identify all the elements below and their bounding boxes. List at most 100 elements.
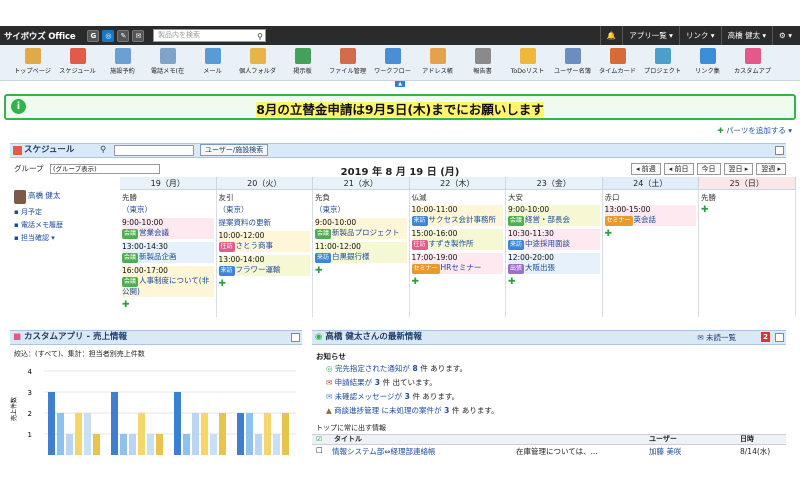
bar[interactable]	[183, 434, 190, 455]
user-link-0[interactable]: ▪ 月予定	[14, 207, 120, 217]
toolbar-item-0[interactable]: トップページ	[10, 45, 55, 81]
app-list-menu[interactable]: アプリ一覧 ▾	[622, 26, 679, 45]
day-column-1[interactable]: 友引 （東京） 提案資料の更新 10:00-12:00 往訪 さとう商事 13:00-14:…	[217, 190, 313, 317]
schedule-event[interactable]: 10:30-11:30 来訪 中途採用面談	[508, 229, 600, 250]
schedule-event[interactable]: 13:00-14:00 来訪 フラワー運輸	[218, 255, 310, 276]
date-nav-button-1[interactable]: ◂ 前日	[663, 163, 694, 175]
toolbar-item-3[interactable]: 電話メモ(在	[145, 45, 190, 81]
event-title[interactable]: 提案資料の更新	[219, 218, 272, 227]
bar[interactable]	[273, 434, 280, 455]
event-title[interactable]: さとう商事	[236, 241, 274, 250]
bar[interactable]	[219, 413, 226, 455]
toolbar-item-4[interactable]: メール	[190, 45, 235, 81]
date-nav-button-3[interactable]: 翌日 ▸	[723, 163, 754, 175]
news-item-1[interactable]: ✉ 申請結果が 3 件 出ています。	[326, 377, 437, 388]
day-column-5[interactable]: 赤口 13:00-15:00 セミナー 英会話 ✚	[603, 190, 699, 317]
add-event-icon[interactable]: ✚	[508, 277, 600, 287]
bar[interactable]	[192, 413, 199, 455]
schedule-event[interactable]: （東京）	[315, 205, 407, 215]
schedule-title[interactable]: スケジュール	[24, 145, 74, 155]
chat-icon[interactable]: ✎	[117, 29, 130, 42]
check-icon[interactable]: ☑	[316, 435, 322, 444]
bar[interactable]	[138, 413, 145, 455]
user-menu[interactable]: 高橋 健太 ▾	[720, 26, 773, 45]
toolbar-item-11[interactable]: ToDoリスト	[505, 45, 550, 81]
mail-icon[interactable]: ✉	[132, 29, 145, 42]
bar[interactable]	[264, 413, 271, 455]
user-link-2[interactable]: ▪ 担当確認 ▾	[14, 233, 120, 243]
bar[interactable]	[147, 434, 154, 455]
add-parts-link[interactable]: ✚ パーツを追加する ▾	[717, 125, 792, 136]
schedule-event[interactable]: 提案資料の更新	[219, 218, 311, 228]
unread-list-link[interactable]: ✉ 未読一覧	[697, 331, 736, 344]
bar[interactable]	[84, 413, 91, 455]
event-title[interactable]: 経営・部長会	[525, 215, 570, 224]
toolbar-item-16[interactable]: カスタムアプ	[730, 45, 775, 81]
bar[interactable]	[201, 413, 208, 455]
day-header-2[interactable]: 21（水）	[313, 177, 410, 190]
news-item-2[interactable]: ✉ 未確認メッセージが 3 件 あります。	[326, 391, 459, 402]
add-event-icon[interactable]: ✚	[315, 266, 407, 276]
g-icon[interactable]: G	[87, 29, 100, 42]
date-nav-button-0[interactable]: ◂ 前週	[631, 163, 661, 175]
news-item-text[interactable]: 申請結果が	[335, 378, 373, 387]
add-event-icon[interactable]: ✚	[122, 300, 214, 310]
search-input[interactable]: 製品内を検索 ⚲	[153, 29, 266, 42]
toolbar-item-13[interactable]: タイムカード	[595, 45, 640, 81]
news-item-3[interactable]: ▲ 商談進捗管理 に未処理の案件が 3 件 あります。	[326, 405, 499, 416]
event-title[interactable]: HRセミナー	[441, 263, 482, 272]
schedule-event[interactable]: 13:00-14:30 会議 新製品企画	[122, 242, 214, 263]
collapse-toggle[interactable]: ▲	[395, 81, 405, 87]
schedule-event[interactable]: 15:00-16:00 往訪 すずき製作所	[411, 229, 503, 250]
bar[interactable]	[156, 434, 163, 455]
bar[interactable]	[57, 413, 64, 455]
day-column-2[interactable]: 先負 （東京） 9:00-10:00 会議 新製品プロジェクト 11:00-12:00 来訪…	[313, 190, 410, 317]
bar[interactable]	[75, 413, 82, 455]
bar[interactable]	[48, 392, 55, 455]
schedule-event[interactable]: 17:00-19:00 セミナー HRセミナー	[411, 253, 503, 274]
event-title[interactable]: 英会話	[634, 215, 657, 224]
toolbar-item-14[interactable]: プロジェクト	[640, 45, 685, 81]
toolbar-item-6[interactable]: 掲示板	[280, 45, 325, 81]
settings-menu[interactable]: ⚙ ▾	[772, 26, 798, 45]
toolbar-item-12[interactable]: ユーザー名簿	[550, 45, 595, 81]
link-menu[interactable]: リンク ▾	[678, 26, 721, 45]
custom-app-title[interactable]: カスタムアプリ - 売上情報	[24, 332, 127, 342]
bar[interactable]	[210, 434, 217, 455]
toolbar-item-7[interactable]: ファイル管理	[325, 45, 370, 81]
day-header-5[interactable]: 24（土）	[602, 177, 699, 190]
schedule-search-input[interactable]	[114, 145, 194, 156]
user-name[interactable]: 高橋 健太	[28, 190, 120, 201]
event-title[interactable]: フラワー運輸	[236, 265, 281, 274]
day-header-3[interactable]: 22（木）	[409, 177, 506, 190]
bar[interactable]	[120, 434, 127, 455]
toolbar-item-5[interactable]: 個人フォルダ	[235, 45, 280, 81]
day-column-3[interactable]: 仏滅 10:00-11:00 来訪 サクセス会計事務所 15:00-16:00 往訪 すずき…	[410, 190, 506, 317]
date-nav-button-2[interactable]: 今日	[696, 163, 721, 175]
schedule-event[interactable]: 10:00-12:00 往訪 さとう商事	[218, 231, 310, 252]
event-title[interactable]: 営業会議	[139, 228, 169, 237]
row-user[interactable]: 加藤 美咲	[649, 446, 681, 457]
news-item-text[interactable]: 商談進捗管理 に未処理の案件が	[334, 406, 441, 415]
toolbar-item-8[interactable]: ワークフロー	[370, 45, 415, 81]
bar[interactable]	[282, 413, 289, 455]
schedule-event[interactable]: 11:00-12:00 来訪 白黒銀行様	[315, 242, 407, 263]
unread-badge[interactable]: 2	[761, 332, 770, 342]
user-link-1[interactable]: ▪ 電話メモ履歴	[14, 220, 120, 230]
date-nav-button-4[interactable]: 翌週 ▸	[756, 163, 786, 175]
bar[interactable]	[111, 392, 118, 455]
event-title[interactable]: 大阪出張	[525, 263, 555, 272]
event-title[interactable]: 中途採用面談	[525, 239, 570, 248]
schedule-event[interactable]: （東京）	[219, 205, 311, 215]
news-item-0[interactable]: ◎ 完先指定された通知が 8 件 あります。	[326, 363, 467, 374]
bar[interactable]	[255, 434, 262, 455]
bar[interactable]	[237, 413, 244, 455]
toolbar-item-15[interactable]: リンク集	[685, 45, 730, 81]
schedule-event[interactable]: （東京）	[122, 205, 214, 215]
event-title[interactable]: （東京）	[122, 205, 152, 214]
user-facility-search-button[interactable]: ユーザー/施設検索	[200, 144, 269, 156]
day-column-4[interactable]: 大安 9:00-10:00 会議 経営・部長会 10:30-11:30 来訪 中途採用面談 1…	[506, 190, 603, 317]
schedule-event[interactable]: 16:00-17:00 会議 人事制度について(非公開)	[122, 266, 214, 297]
event-title[interactable]: 新製品プロジェクト	[332, 228, 400, 237]
day-column-0[interactable]: 先勝 （東京） 9:00-10:00 会議 営業会議 13:00-14:30 会議 新製品企画…	[120, 190, 217, 317]
